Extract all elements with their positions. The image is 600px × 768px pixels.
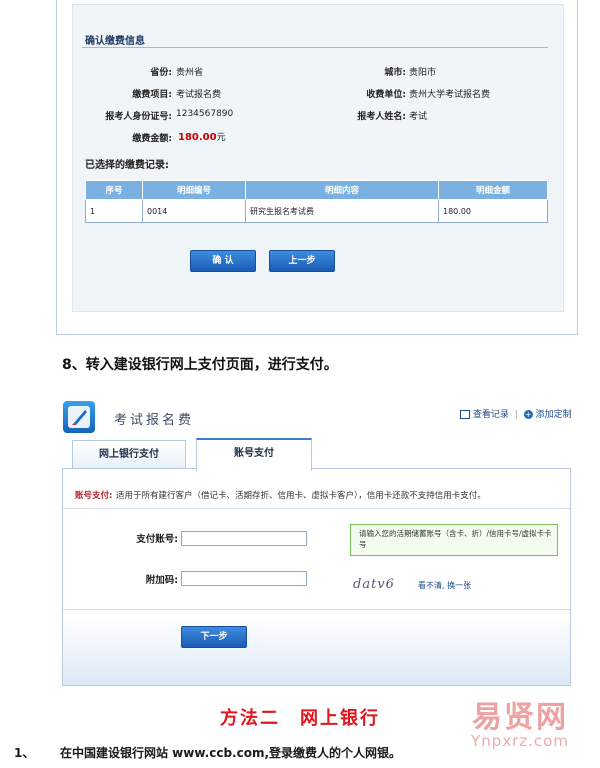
table-cell: 研究生报名考试费 — [245, 199, 439, 223]
amount-value-group: 180.00元 — [178, 130, 226, 143]
captcha-refresh-link[interactable]: 换一张 — [447, 581, 471, 590]
view-records-link[interactable]: 查看记录 — [473, 410, 509, 420]
account-label: 支付账号: — [136, 534, 178, 545]
table-cell: 1 — [85, 199, 143, 223]
tab-account-pay[interactable]: 账号支付 — [196, 438, 312, 471]
table-header: 明细内容 — [245, 180, 439, 200]
account-pay-panel: 账号支付: 适用于所有建行客户（借记卡、活期存折、信用卡、虚拟卡客户），信用卡还… — [62, 468, 571, 686]
step-1-text: 在中国建设银行网站 www.ccb.com,登录缴费人的个人网银。 — [60, 746, 402, 760]
step-8-text: 8、转入建设银行网上支付页面，进行支付。 — [62, 357, 338, 373]
watermark-sub: Ynpxrz.com — [471, 732, 569, 750]
bank-page-title: 考试报名费 — [114, 413, 195, 428]
plus-icon: + — [523, 410, 533, 419]
province-label: 省份: — [150, 68, 172, 78]
item-label: 缴费项目: — [132, 90, 172, 100]
tab-online-banking[interactable]: 网上银行支付 — [72, 440, 186, 469]
confirm-title: 确认缴费信息 — [85, 36, 145, 47]
captcha-image: datv6 — [353, 577, 395, 592]
id-value: 1234567890 — [176, 109, 234, 119]
city-label: 城市: — [384, 68, 406, 78]
back-button[interactable]: 上一步 — [269, 250, 335, 272]
payee-label: 收费单位: — [366, 90, 406, 100]
account-input[interactable] — [181, 531, 307, 546]
table-row: 1 0014 研究生报名考试费 180.00 — [85, 199, 548, 223]
watermark-main: 易贤网 — [472, 700, 568, 735]
code-input[interactable] — [181, 571, 307, 586]
next-button[interactable]: 下一步 — [181, 626, 247, 648]
name-value: 考试 — [409, 112, 428, 122]
panel-background — [63, 617, 570, 685]
divider — [63, 609, 570, 610]
account-pay-note: 适用于所有建行客户（借记卡、活期存折、信用卡、虚拟卡客户），信用卡还款不支持信用… — [116, 491, 486, 501]
item-value: 考试报名费 — [176, 90, 222, 100]
watermark: 易贤网 Ynpxrz.com — [440, 692, 600, 768]
table-header: 序号 — [85, 180, 143, 200]
table-cell: 0014 — [142, 199, 246, 223]
name-label: 报考人姓名: — [357, 112, 406, 122]
divider — [63, 508, 570, 509]
selected-records-title: 已选择的缴费记录: — [85, 160, 169, 171]
bank-logo-icon — [63, 401, 95, 433]
table-cell: 180.00 — [438, 199, 548, 223]
code-label: 附加码: — [145, 575, 178, 586]
link-separator: | — [514, 410, 518, 420]
confirm-divider — [82, 47, 548, 48]
city-value: 贵阳市 — [409, 68, 437, 78]
amount-value: 180.00 — [178, 132, 217, 143]
amount-label: 缴费金额: — [132, 134, 172, 144]
fee-detail-table: 序号 明细编号 明细内容 明细金额 1 0014 研究生报名考试费 180.00 — [85, 180, 548, 223]
payee-value: 贵州大学考试报名费 — [409, 90, 491, 100]
province-value: 贵州省 — [176, 68, 204, 78]
table-header: 明细编号 — [142, 180, 246, 200]
id-label: 报考人身份证号: — [105, 112, 172, 122]
records-icon — [460, 410, 470, 419]
captcha-links: 看不清, 换一张 — [418, 581, 472, 590]
captcha-unclear-link[interactable]: 看不清 — [418, 581, 442, 590]
confirm-button[interactable]: 确 认 — [190, 250, 256, 272]
step-1-number: 1、 — [14, 746, 35, 760]
amount-unit: 元 — [216, 133, 226, 143]
add-custom-link[interactable]: 添加定制 — [536, 410, 572, 420]
pen-icon — [68, 406, 90, 428]
account-hint: 请输入您的活期储蓄账号（含卡、折）/信用卡号/虚拟卡卡号 — [350, 524, 558, 556]
account-pay-note-label: 账号支付: — [75, 491, 113, 501]
table-header: 明细金额 — [438, 180, 548, 200]
top-links: 查看记录 | + 添加定制 — [460, 407, 572, 420]
